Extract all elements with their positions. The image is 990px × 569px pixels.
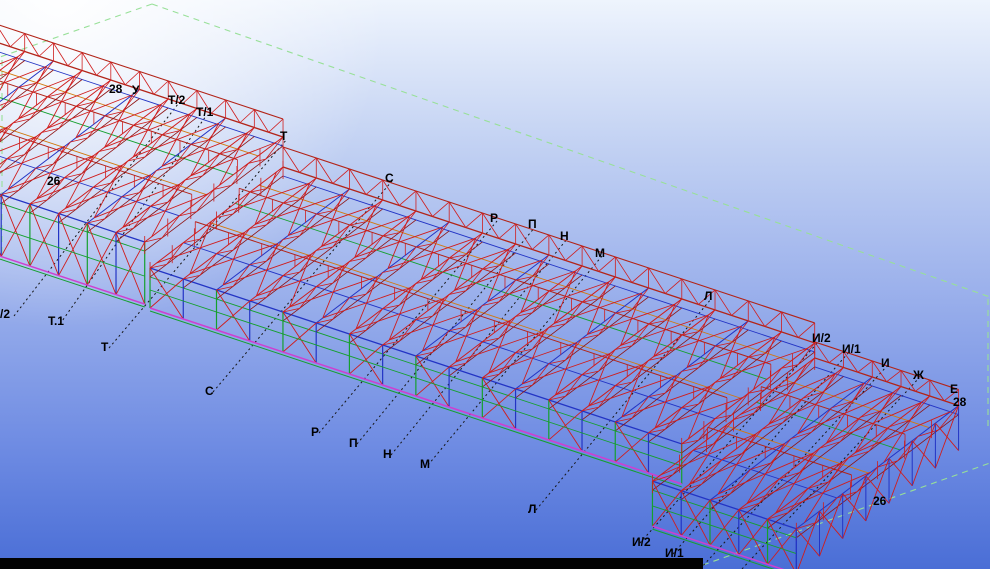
model-viewport[interactable]: 28УТ/2Т/1ТСРПНМЛИ/2И/1ИЖЕ282626/2Т.1ТСРП… bbox=[0, 0, 990, 569]
structure-wireframe bbox=[0, 0, 990, 569]
bottom-window-bar bbox=[0, 558, 703, 569]
